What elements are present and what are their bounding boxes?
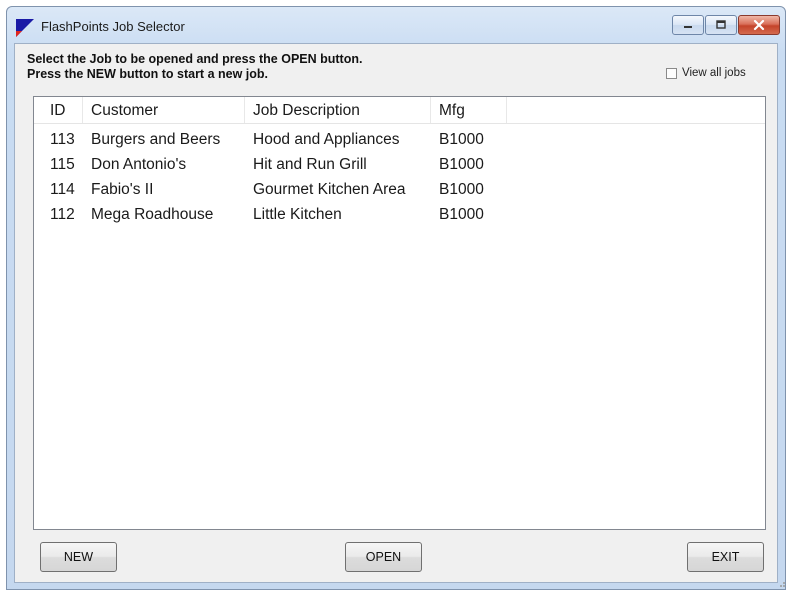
flashpoints-app-icon <box>16 19 34 37</box>
column-header-job-description[interactable]: Job Description <box>253 102 360 120</box>
instruction-line-1: Select the Job to be opened and press th… <box>27 52 363 66</box>
close-button[interactable] <box>738 15 780 35</box>
header-divider[interactable] <box>506 97 507 123</box>
title-bar[interactable]: FlashPoints Job Selector <box>7 7 785 43</box>
cell-id: 114 <box>50 181 75 198</box>
instructions-text: Select the Job to be opened and press th… <box>27 52 362 82</box>
cell-job-description: Gourmet Kitchen Area <box>253 181 406 198</box>
jobs-list[interactable]: ID Customer Job Description Mfg 113 Burg… <box>33 96 766 530</box>
cell-id: 113 <box>50 131 75 148</box>
view-all-jobs-checkbox[interactable]: View all jobs <box>666 67 746 79</box>
instruction-line-2: Press the NEW button to start a new job. <box>27 67 268 81</box>
table-row[interactable]: 114 Fabio's II Gourmet Kitchen Area B100… <box>34 178 765 203</box>
cell-id: 112 <box>50 206 75 223</box>
cell-mfg: B1000 <box>439 156 484 173</box>
window-title: FlashPoints Job Selector <box>41 19 185 34</box>
cell-job-description: Hood and Appliances <box>253 131 400 148</box>
cell-mfg: B1000 <box>439 181 484 198</box>
maximize-icon <box>716 20 726 29</box>
cell-mfg: B1000 <box>439 206 484 223</box>
column-header-mfg[interactable]: Mfg <box>439 102 465 120</box>
cell-customer: Mega Roadhouse <box>91 206 214 223</box>
cell-customer: Burgers and Beers <box>91 131 221 148</box>
cell-id: 115 <box>50 156 75 173</box>
table-row[interactable]: 115 Don Antonio's Hit and Run Grill B100… <box>34 153 765 178</box>
cell-customer: Fabio's II <box>91 181 154 198</box>
resize-grip-icon[interactable] <box>776 578 786 588</box>
minimize-button[interactable] <box>672 15 704 35</box>
minimize-icon <box>684 26 692 28</box>
open-button[interactable]: OPEN <box>345 542 422 572</box>
cell-job-description: Little Kitchen <box>253 206 342 223</box>
table-row[interactable]: 113 Burgers and Beers Hood and Appliance… <box>34 128 765 153</box>
column-header-customer[interactable]: Customer <box>91 102 158 120</box>
table-row[interactable]: 112 Mega Roadhouse Little Kitchen B1000 <box>34 203 765 228</box>
header-divider[interactable] <box>82 97 83 123</box>
view-all-jobs-label: View all jobs <box>682 67 746 79</box>
cell-mfg: B1000 <box>439 131 484 148</box>
header-divider[interactable] <box>430 97 431 123</box>
jobs-list-header: ID Customer Job Description Mfg <box>34 97 765 124</box>
exit-button[interactable]: EXIT <box>687 542 764 572</box>
header-divider[interactable] <box>244 97 245 123</box>
checkbox-box[interactable] <box>666 67 677 79</box>
maximize-button[interactable] <box>705 15 737 35</box>
close-icon <box>753 19 765 31</box>
cell-customer: Don Antonio's <box>91 156 187 173</box>
new-button[interactable]: NEW <box>40 542 117 572</box>
cell-job-description: Hit and Run Grill <box>253 156 367 173</box>
column-header-id[interactable]: ID <box>50 102 66 120</box>
